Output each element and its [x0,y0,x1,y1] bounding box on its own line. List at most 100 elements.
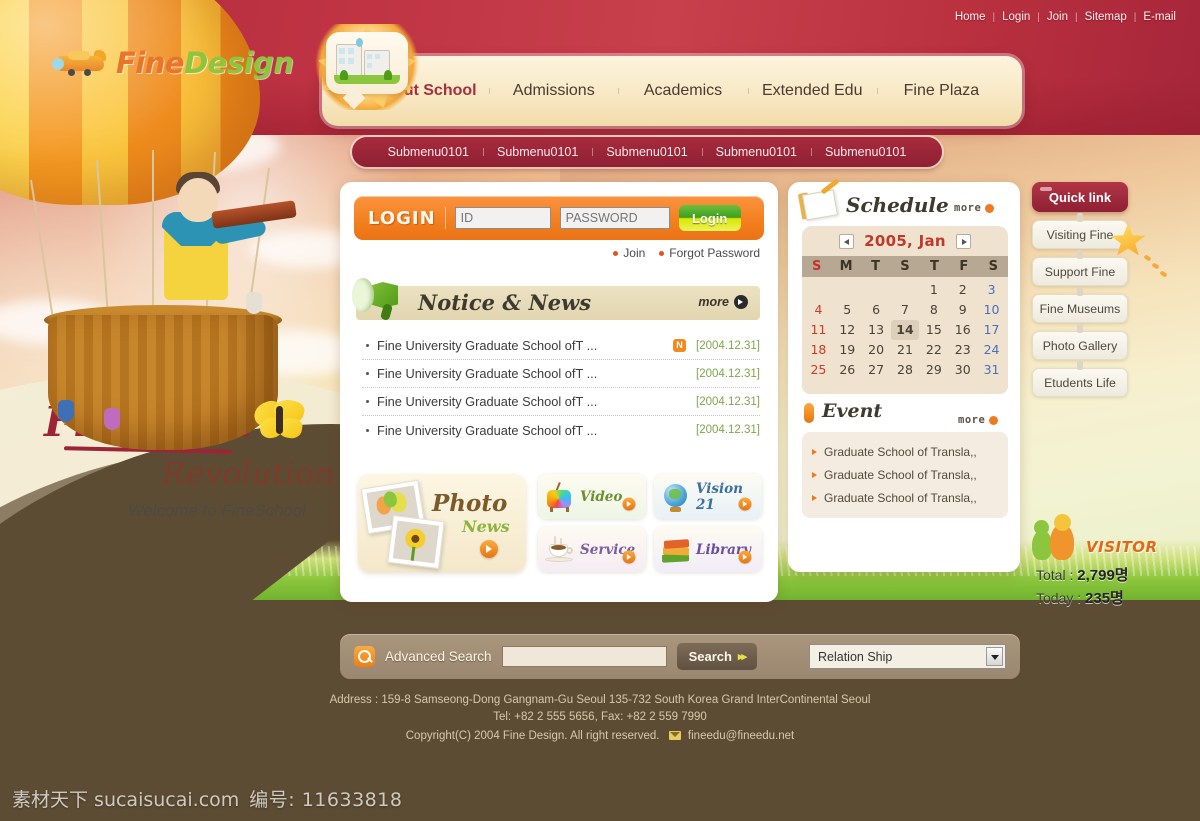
calendar-day[interactable]: 10 [977,300,1006,320]
divider: | [1133,11,1137,23]
arrow-right-icon [812,494,817,501]
tile-label: Vision 21 [696,480,743,513]
calendar-day[interactable]: 29 [919,360,948,380]
event-row[interactable]: Graduate School of Transla,, [812,486,998,509]
calendar-day[interactable]: 13 [862,320,891,340]
photo-news-subtitle: News [462,517,510,536]
calendar-day[interactable]: 30 [948,360,977,380]
calendar-day[interactable]: 31 [977,360,1006,380]
quick-link-item-fine-museums[interactable]: Fine Museums [1032,287,1128,323]
calendar-day[interactable]: 25 [804,360,833,380]
calendar-day[interactable]: 3 [977,280,1006,300]
notice-row[interactable]: Fine University Graduate School ofT ... … [362,388,760,416]
calendar-day[interactable]: 4 [804,300,833,320]
nav-item-academics[interactable]: Academics [618,72,747,110]
quick-link-item-etudents-life[interactable]: Etudents Life [1032,361,1128,397]
calendar-day[interactable]: 7 [891,300,920,320]
quick-link-label: Visiting Fine [1046,227,1114,242]
calendar-day-today[interactable]: 14 [890,320,920,340]
search-button[interactable]: Search ▸▸ [676,643,757,670]
top-link-sitemap[interactable]: Sitemap [1085,11,1127,23]
visitor-today: Today : 235명 [1036,587,1200,608]
notepad-icon [797,178,844,224]
submenu-item-4[interactable]: Submenu0101 [701,145,811,159]
top-link-email[interactable]: E-mail [1143,11,1176,23]
calendar-day[interactable]: 16 [948,320,977,340]
quick-link-title: Quick link [1032,182,1128,212]
quick-link-item-visiting-fine[interactable]: Visiting Fine [1032,213,1128,249]
quick-tiles: Video Vision 21 Service Library [538,474,762,572]
books-icon [661,535,691,565]
calendar-day[interactable]: 5 [833,300,862,320]
submenu-item-5[interactable]: Submenu0101 [810,145,920,159]
arrow-right-icon [738,550,752,564]
arrow-right-icon[interactable] [480,540,498,558]
calendar-day-header: T [871,259,880,274]
quick-link-item-support-fine[interactable]: Support Fine [1032,250,1128,286]
calendar-day[interactable]: 1 [919,280,948,300]
calendar-day[interactable]: 21 [891,340,920,360]
id-input[interactable] [454,207,551,229]
calendar-day[interactable]: 12 [833,320,862,340]
submenu-item-1[interactable]: Submenu0101 [374,145,483,159]
site-logo[interactable]: FineDesign [52,46,294,80]
calendar-day[interactable]: 15 [919,320,948,340]
event-more-link[interactable]: more [958,414,999,426]
calendar-day[interactable]: 28 [891,360,920,380]
calendar-day[interactable]: 6 [862,300,891,320]
event-text: Graduate School of Transla,, [824,467,977,482]
notice-row[interactable]: Fine University Graduate School ofT ... … [362,416,760,444]
calendar-day[interactable]: 20 [862,340,891,360]
calendar-day[interactable]: 26 [833,360,862,380]
login-button[interactable]: Login [678,205,741,231]
notice-row[interactable]: Fine University Graduate School ofT ... … [362,360,760,388]
mail-icon [668,731,681,741]
notice-more-link[interactable]: more [698,295,748,309]
join-link[interactable]: Join [613,246,645,260]
search-input[interactable] [501,646,667,667]
calendar-day[interactable]: 23 [948,340,977,360]
top-link-join[interactable]: Join [1047,11,1068,23]
peg-icon [1077,287,1083,296]
tile-vision-21[interactable]: Vision 21 [654,474,762,519]
quick-link-item-photo-gallery[interactable]: Photo Gallery [1032,324,1128,360]
event-row[interactable]: Graduate School of Transla,, [812,440,998,463]
nav-item-admissions[interactable]: Admissions [489,72,618,110]
calendar-prev-button[interactable] [839,233,855,249]
footer-copyright-row: Copyright(C) 2004 Fine Design. All right… [0,728,1200,745]
calendar-day[interactable]: 19 [833,340,862,360]
tile-library[interactable]: Library [654,527,762,572]
calendar-day[interactable]: 8 [919,300,948,320]
notice-row[interactable]: Fine University Graduate School ofT ... … [362,332,760,360]
calendar-next-button[interactable] [955,233,971,249]
tile-service[interactable]: Service [538,527,646,572]
schedule-more-link[interactable]: more [954,202,995,214]
photo-news-card[interactable]: Photo News [358,474,526,572]
notice-title: Notice & News [418,290,592,315]
submenu-item-2[interactable]: Submenu0101 [483,145,592,159]
password-input[interactable] [559,207,670,229]
forgot-password-link[interactable]: Forgot Password [659,246,760,260]
tile-video[interactable]: Video [538,474,646,519]
footer-email[interactable]: fineedu@fineedu.net [688,730,794,742]
calendar-day[interactable]: 18 [804,340,833,360]
event-row[interactable]: Graduate School of Transla,, [812,463,998,486]
calendar-day[interactable]: 11 [804,320,833,340]
calendar-day[interactable]: 24 [977,340,1006,360]
calendar-day[interactable]: 27 [862,360,891,380]
calendar-day[interactable]: 22 [919,340,948,360]
calendar-day[interactable]: 9 [948,300,977,320]
top-link-login[interactable]: Login [1002,11,1030,23]
watermark-site: 素材天下 sucaisucai.com [12,789,240,811]
submenu-item-3[interactable]: Submenu0101 [592,145,701,159]
bullet-icon [366,400,369,403]
footer-text: Address : 159-8 Samseong-Dong Gangnam-Gu… [0,692,1200,745]
arrow-right-icon [622,497,636,511]
relation-select[interactable]: Relation Ship [809,644,1006,669]
calendar-day[interactable]: 2 [948,280,977,300]
top-link-home[interactable]: Home [955,11,986,23]
quick-link-label: Etudents Life [1044,375,1116,390]
calendar-day[interactable]: 17 [977,320,1006,340]
nav-item-extended-edu[interactable]: Extended Edu [747,72,877,110]
nav-item-fine-plaza[interactable]: Fine Plaza [876,72,1006,110]
